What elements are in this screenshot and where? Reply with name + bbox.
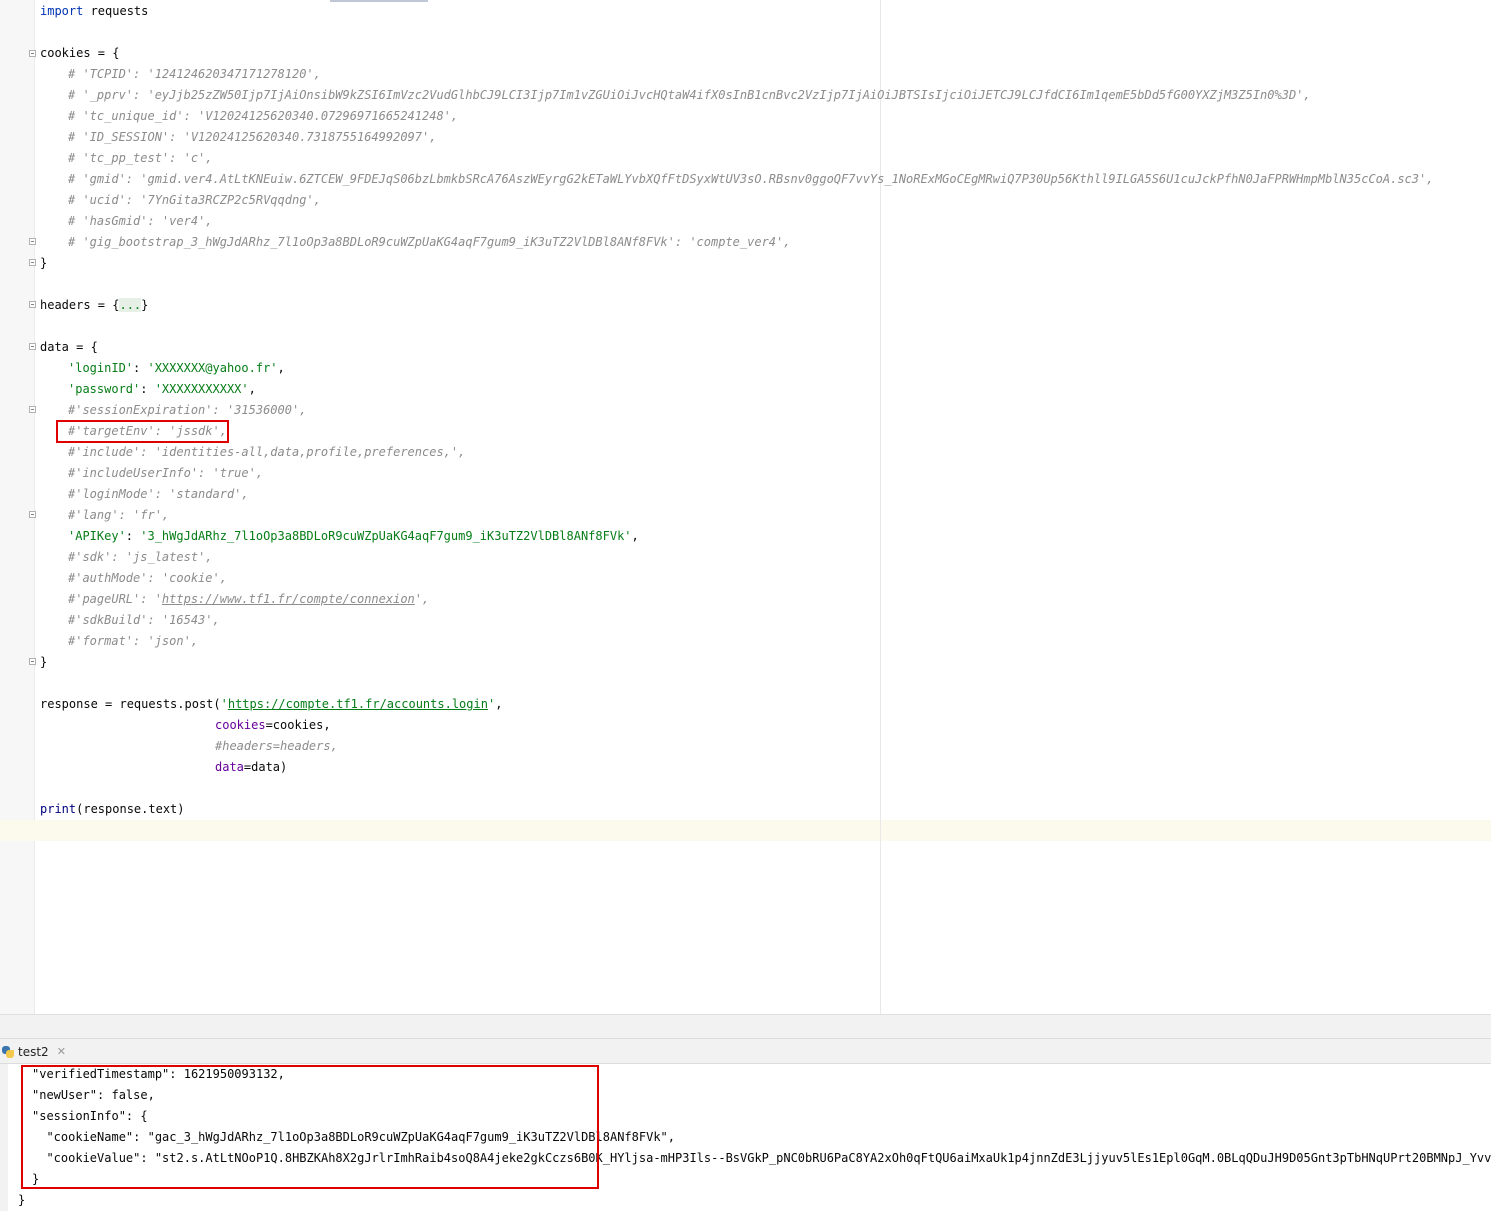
code-line-18[interactable]: 'loginID': 'XXXXXXX@yahoo.fr', — [68, 358, 285, 379]
code-line-32[interactable]: } — [40, 652, 47, 673]
code-line-27[interactable]: #'sdk': 'js_latest', — [68, 547, 213, 568]
code-line-23[interactable]: #'includeUserInfo': 'true', — [68, 463, 263, 484]
annotation-box-targetenv — [56, 420, 229, 443]
code-line-22[interactable]: #'include': 'identities-all,data,profile… — [68, 442, 465, 463]
code-line-17[interactable]: data = { — [40, 337, 98, 358]
folded-region[interactable]: ... — [119, 298, 142, 312]
fold-toggle-cookies-end[interactable] — [29, 259, 36, 266]
code-line-31[interactable]: #'format': 'json', — [68, 631, 198, 652]
fold-toggle-data-end[interactable] — [29, 658, 36, 665]
code-line-9[interactable]: # 'gmid': 'gmid.ver4.AtLtKNEuiw.6ZTCEW_9… — [68, 169, 1433, 190]
code-line-20[interactable]: #'sessionExpiration': '31536000', — [68, 400, 306, 421]
run-tool-window-header: test2 ✕ — [0, 1038, 1491, 1064]
code-line-26[interactable]: 'APIKey': '3_hWgJdARhz_7l1oOp3a8BDLoR9cu… — [68, 526, 639, 547]
code-line-6[interactable]: # 'tc_unique_id': 'V12024125620340.07296… — [68, 106, 458, 127]
fold-toggle-comment[interactable] — [29, 238, 36, 245]
scroll-marker — [330, 0, 428, 2]
fold-toggle-cookies[interactable] — [29, 50, 36, 57]
panel-splitter[interactable] — [0, 1014, 1491, 1039]
code-line-28[interactable]: #'authMode': 'cookie', — [68, 568, 227, 589]
code-line-35[interactable]: cookies=cookies, — [215, 715, 331, 736]
code-line-8[interactable]: # 'tc_pp_test': 'c', — [68, 148, 213, 169]
code-editor[interactable]: import requests cookies = { # 'TCPID': '… — [0, 0, 1491, 1014]
code-line-4[interactable]: # 'TCPID': '124124620347171278120', — [68, 64, 321, 85]
code-line-3[interactable]: cookies = { — [40, 43, 119, 64]
run-console[interactable]: "verifiedTimestamp": 1621950093132, "new… — [0, 1064, 1491, 1211]
code-line-36[interactable]: #headers=headers, — [215, 736, 338, 757]
code-line-1[interactable]: import requests — [40, 1, 148, 22]
code-line-15[interactable]: headers = {...} — [40, 295, 148, 316]
run-tab-test2[interactable]: test2 ✕ — [0, 1039, 72, 1064]
fold-toggle-comment-block-end[interactable] — [29, 511, 36, 518]
code-line-5[interactable]: # '_pprv': 'eyJjb25zZW50Ijp7IjAiOnsibW9k… — [68, 85, 1311, 106]
run-tab-label: test2 — [18, 1044, 49, 1059]
console-line: } — [18, 1193, 26, 1207]
code-line-25[interactable]: #'lang': 'fr', — [68, 505, 169, 526]
code-line-10[interactable]: # 'ucid': '7YnGita3RCZP2c5RVqqdng', — [68, 190, 321, 211]
code-line-29[interactable]: #'pageURL': 'https://www.tf1.fr/compte/c… — [68, 589, 429, 610]
fold-toggle-comment-block[interactable] — [29, 406, 36, 413]
fold-toggle-headers[interactable] — [29, 301, 36, 308]
code-line-30[interactable]: #'sdkBuild': '16543', — [68, 610, 220, 631]
annotation-box-session-info — [21, 1065, 599, 1189]
right-margin-guide — [880, 0, 881, 1014]
code-line-12[interactable]: # 'gig_bootstrap_3_hWgJdARhz_7l1oOp3a8BD… — [68, 232, 790, 253]
code-line-37[interactable]: data=data) — [215, 757, 287, 778]
code-line-24[interactable]: #'loginMode': 'standard', — [68, 484, 249, 505]
page-url-link[interactable]: https://www.tf1.fr/compte/connexion — [162, 592, 415, 606]
console-gutter — [0, 1064, 8, 1211]
code-line-7[interactable]: # 'ID_SESSION': 'V12024125620340.7318755… — [68, 127, 436, 148]
current-line-highlight — [0, 820, 1491, 841]
close-icon[interactable]: ✕ — [57, 1045, 66, 1058]
fold-toggle-data[interactable] — [29, 343, 36, 350]
python-icon — [2, 1045, 14, 1058]
code-line-11[interactable]: # 'hasGmid': 'ver4', — [68, 211, 213, 232]
code-line-19[interactable]: 'password': 'XXXXXXXXXXX', — [68, 379, 256, 400]
code-line-13[interactable]: } — [40, 253, 47, 274]
login-url-link[interactable]: https://compte.tf1.fr/accounts.login — [228, 697, 488, 711]
code-line-34[interactable]: response = requests.post('https://compte… — [40, 694, 502, 715]
line-gutter — [0, 0, 35, 1014]
code-line-39[interactable]: print(response.text) — [40, 799, 185, 820]
